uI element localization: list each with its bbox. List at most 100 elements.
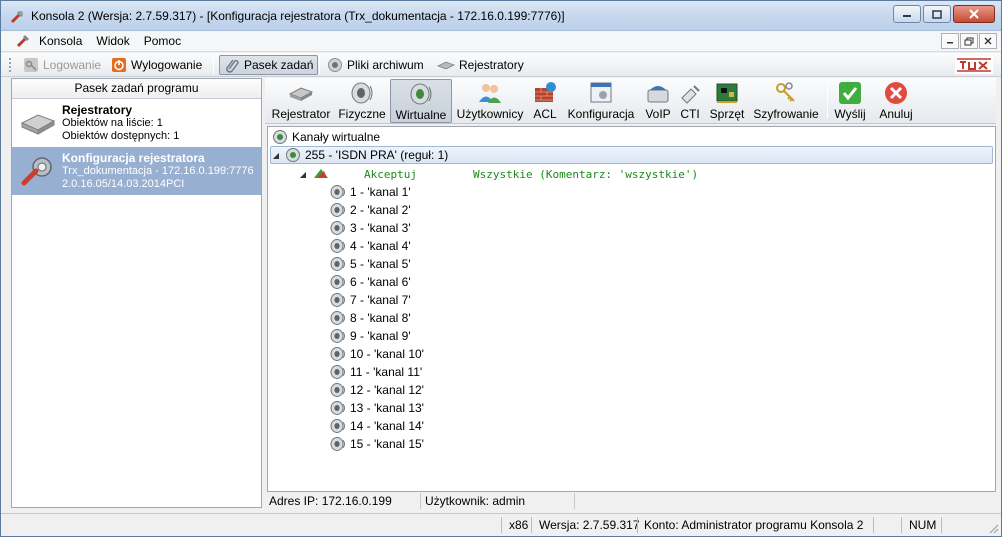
speaker-icon (330, 221, 345, 235)
toolbar-grip[interactable] (9, 58, 12, 72)
account-label: Konto: Administrator programu Konsola 2 (644, 518, 864, 532)
channel-label: 3 - 'kanal 3' (350, 221, 411, 235)
speaker-icon (328, 58, 342, 72)
window-title: Konsola 2 (Wersja: 2.7.59.317) - [Konfig… (31, 9, 565, 23)
channel-item[interactable]: 12 - 'kanal 12' (330, 381, 424, 399)
users-tab-button[interactable]: Użytkownicy (455, 79, 525, 123)
encryption-tab-button[interactable]: Szyfrowanie (751, 79, 821, 123)
task-item-title: Rejestratory (62, 103, 133, 117)
collapse-triangle-icon[interactable]: ◢ (298, 170, 308, 179)
speaker-icon (330, 437, 345, 451)
channel-label: 10 - 'kanal 10' (350, 347, 424, 361)
cancel-button[interactable]: Anuluj (875, 79, 917, 123)
close-button[interactable] (953, 5, 995, 23)
task-item-detail: Obiektów dostępnych: 1 (62, 130, 180, 142)
channel-item[interactable]: 13 - 'kanal 13' (330, 399, 424, 417)
menu-widok[interactable]: Widok (96, 34, 129, 48)
tree-group-label: 255 - 'ISDN PRA' (reguł: 1) (305, 148, 449, 162)
recorder-device-icon (20, 114, 56, 135)
mdi-close-button[interactable] (979, 33, 997, 49)
physical-tab-button[interactable]: Fizyczne (337, 79, 387, 123)
logout-label: Wylogowanie (131, 58, 203, 72)
tree-group-row[interactable]: ◢ 255 - 'ISDN PRA' (reguł: 1) (270, 146, 993, 164)
recorders-button[interactable]: Rejestratory (433, 55, 528, 75)
cti-tab-button[interactable]: CTI (677, 79, 703, 123)
mdi-minimize-button[interactable] (941, 33, 959, 49)
taskbar-toggle-button[interactable]: Pasek zadań (219, 55, 319, 75)
task-item-detail: 2.0.16.05/14.03.2014PCI (62, 178, 185, 190)
rule-desc-label: Wszystkie (Komentarz: 'wszystkie') (472, 167, 699, 181)
resize-grip-icon[interactable] (987, 522, 999, 534)
keys-icon (776, 82, 795, 102)
channel-item[interactable]: 8 - 'kanal 8' (330, 309, 411, 327)
cancel-icon (885, 82, 907, 104)
channel-item[interactable]: 11 - 'kanal 11' (330, 363, 422, 381)
physical-tab-label: Fizyczne (338, 107, 386, 121)
send-button[interactable]: Wyślij (833, 79, 867, 123)
collapse-triangle-icon[interactable]: ◢ (271, 151, 281, 160)
task-item-recorder-config[interactable]: Konfiguracja rejestratora Trx_dokumentac… (12, 147, 261, 195)
channel-item[interactable]: 7 - 'kanal 7' (330, 291, 411, 309)
hardware-tab-button[interactable]: Sprzęt (707, 79, 747, 123)
close-icon (969, 9, 979, 19)
recorders-label: Rejestratory (459, 58, 524, 72)
tree-root-label: Kanały wirtualne (292, 130, 381, 144)
channel-item[interactable]: 6 - 'kanal 6' (330, 273, 411, 291)
acl-tab-button[interactable]: ACL (529, 79, 561, 123)
config-panel: Rejestrator Fizyczne Wirtualne Użytkowni… (265, 78, 996, 509)
menu-pomoc[interactable]: Pomoc (144, 34, 181, 48)
speaker-icon (330, 203, 345, 217)
login-button[interactable]: Logowanie (19, 55, 105, 75)
channel-item[interactable]: 15 - 'kanal 15' (330, 435, 424, 453)
config-window-icon (590, 82, 612, 103)
channel-label: 2 - 'kanal 2' (350, 203, 411, 217)
login-label: Logowanie (43, 58, 102, 72)
channel-label: 8 - 'kanal 8' (350, 311, 411, 325)
speaker-icon (330, 275, 345, 289)
channel-item[interactable]: 14 - 'kanal 14' (330, 417, 424, 435)
speaker-icon (330, 329, 345, 343)
rule-action-label: Akceptuj (364, 167, 417, 181)
tree-rule-row[interactable]: ◢ Akceptuj Wszystkie (Komentarz: 'wszyst… (298, 165, 698, 183)
mdi-restore-button[interactable] (960, 33, 978, 49)
user-label: Użytkownik: admin (421, 493, 575, 509)
ip-address-label: Adres IP: 172.16.0.199 (265, 493, 421, 509)
speaker-icon (330, 311, 345, 325)
channel-label: 15 - 'kanal 15' (350, 437, 424, 451)
configuration-tab-label: Konfiguracja (567, 107, 635, 121)
logout-button[interactable]: Wylogowanie (107, 55, 206, 75)
maximize-button[interactable] (923, 5, 951, 23)
users-tab-label: Użytkownicy (456, 107, 524, 121)
archive-files-button[interactable]: Pliki archiwum (323, 55, 428, 75)
config-toolbar: Rejestrator Fizyczne Wirtualne Użytkowni… (265, 78, 996, 124)
channel-item[interactable]: 3 - 'kanal 3' (330, 219, 411, 237)
channel-item[interactable]: 1 - 'kanal 1' (330, 183, 411, 201)
tree-root[interactable]: Kanały wirtualne (272, 128, 380, 146)
channel-item[interactable]: 10 - 'kanal 10' (330, 345, 424, 363)
status-bar: x86 Wersja: 2.7.59.317 Konto: Administra… (1, 513, 1001, 536)
rule-arrow-icon (314, 169, 328, 178)
speaker-icon (330, 293, 345, 307)
recorder-device-icon (437, 61, 455, 70)
config-tools-icon (21, 157, 52, 186)
configuration-tab-button[interactable]: Konfiguracja (565, 79, 637, 123)
recorder-tab-button[interactable]: Rejestrator (269, 79, 333, 123)
voip-tab-label: VoIP (645, 107, 671, 121)
speaker-icon (330, 257, 345, 271)
channel-label: 7 - 'kanal 7' (350, 293, 411, 307)
channel-item[interactable]: 9 - 'kanal 9' (330, 327, 411, 345)
trx-logo (955, 56, 993, 74)
channel-item[interactable]: 5 - 'kanal 5' (330, 255, 411, 273)
channel-item[interactable]: 4 - 'kanal 4' (330, 237, 411, 255)
speaker-green-icon (410, 83, 432, 105)
task-item-recorders[interactable]: Rejestratory Obiektów na liście: 1 Obiek… (12, 99, 261, 147)
minimize-button[interactable] (893, 5, 921, 23)
menu-konsola[interactable]: Konsola (39, 34, 82, 48)
channel-item[interactable]: 2 - 'kanal 2' (330, 201, 411, 219)
app-tools-icon (16, 34, 30, 48)
close-icon (984, 37, 992, 45)
virtual-tab-button[interactable]: Wirtualne (390, 79, 452, 123)
app-window: Konsola 2 (Wersja: 2.7.59.317) - [Konfig… (0, 0, 1002, 537)
version-label: Wersja: 2.7.59.317 (539, 518, 640, 532)
voip-tab-button[interactable]: VoIP (643, 79, 673, 123)
